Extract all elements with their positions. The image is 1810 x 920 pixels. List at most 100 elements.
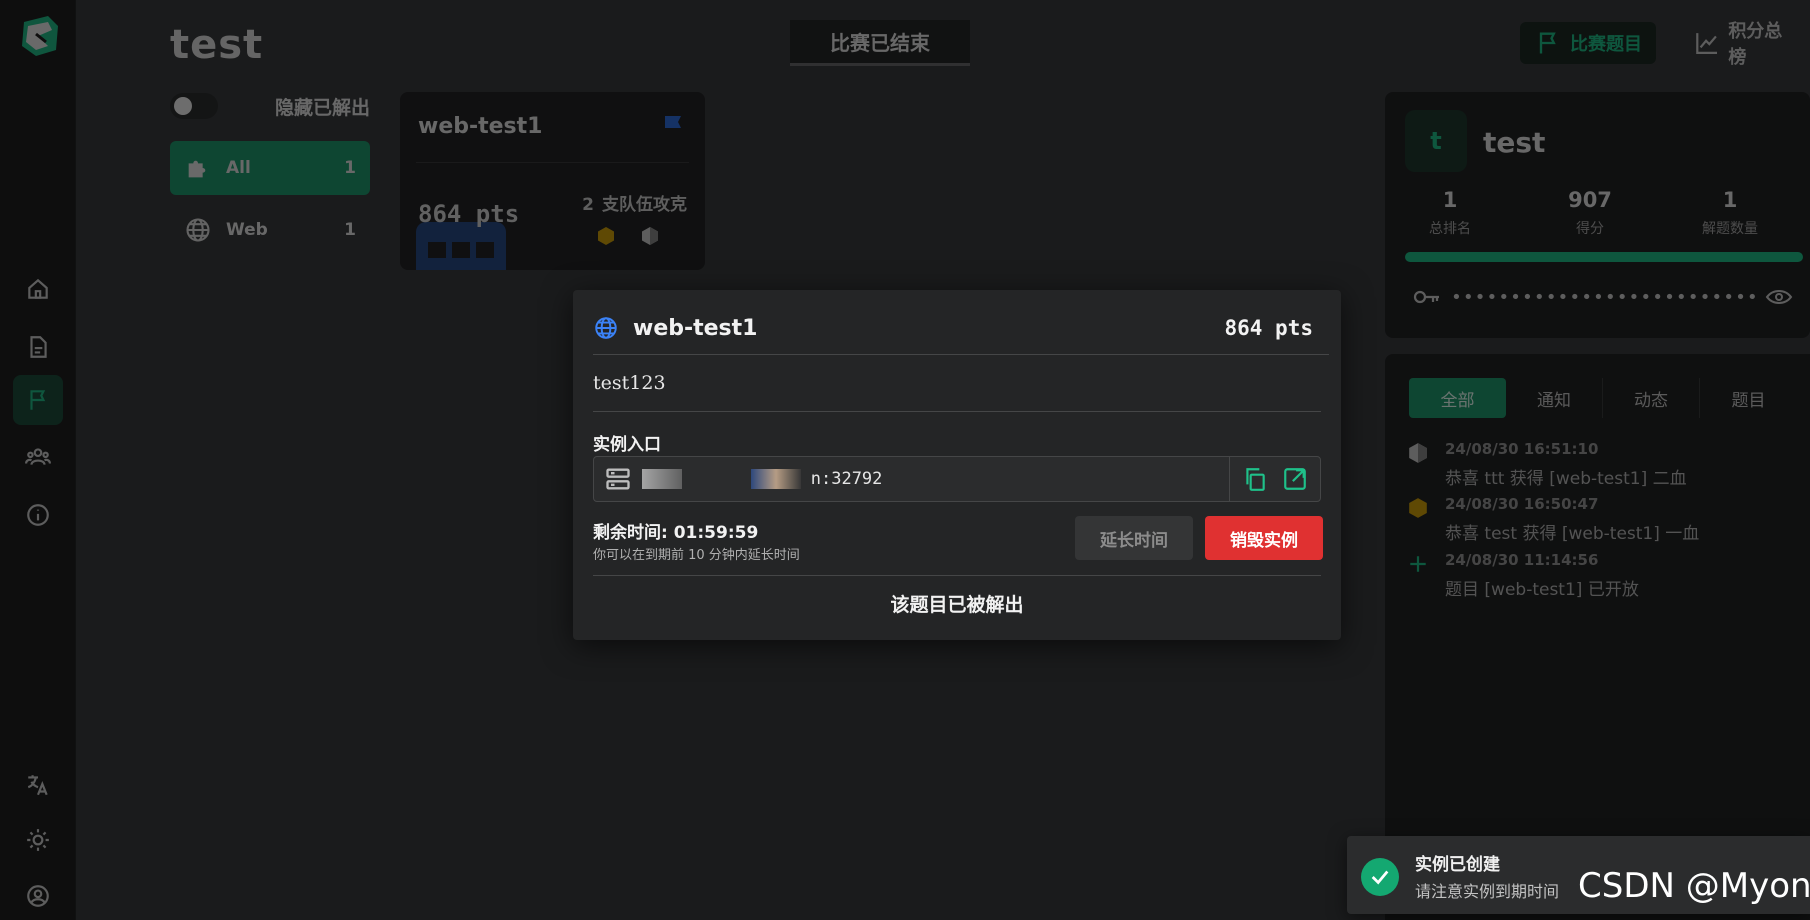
solves-label: 支队伍攻克 bbox=[602, 195, 687, 215]
server-icon bbox=[606, 468, 630, 490]
team-panel: t test 1 总排名 907 得分 1 解题数量 •••••••••••••… bbox=[1385, 92, 1810, 338]
second-blood-icon bbox=[1409, 443, 1427, 463]
first-blood-icon bbox=[1409, 498, 1427, 518]
theme-button[interactable] bbox=[13, 815, 63, 865]
page-title: test bbox=[170, 22, 264, 68]
game-status-tab[interactable]: 比赛已结束 bbox=[790, 20, 970, 66]
tab-challenges[interactable]: 题目 bbox=[1700, 378, 1797, 418]
info-icon bbox=[27, 504, 49, 526]
flag-icon bbox=[30, 390, 46, 410]
solved-flag-icon bbox=[665, 116, 681, 139]
modal-divider bbox=[593, 411, 1321, 412]
eye-icon[interactable] bbox=[1765, 288, 1793, 306]
event-time: 24/08/30 16:51:10 bbox=[1445, 440, 1599, 458]
scoreboard-button[interactable]: 积分总榜 bbox=[1680, 21, 1810, 68]
entry-label: 实例入口 bbox=[593, 435, 661, 455]
about-button[interactable] bbox=[13, 490, 63, 540]
solved-value: 1 bbox=[1722, 188, 1738, 212]
progress-fill bbox=[1405, 252, 1803, 262]
plus-icon bbox=[1410, 556, 1426, 572]
events-tabs: 全部 通知 动态 题目 bbox=[1409, 378, 1797, 418]
team-progress-bar bbox=[1405, 252, 1803, 262]
watermark: CSDN @Myon bbox=[1578, 866, 1810, 906]
home-button[interactable] bbox=[13, 264, 63, 314]
scoreboard-label: 积分总榜 bbox=[1728, 21, 1783, 68]
event-message: 恭喜 ttt 获得 [web-test1] 二血 bbox=[1445, 469, 1687, 489]
category-count: 1 bbox=[344, 220, 356, 240]
entry-actions bbox=[1229, 457, 1320, 501]
category-count: 1 bbox=[344, 158, 356, 178]
home-icon bbox=[28, 278, 48, 299]
games-button[interactable] bbox=[13, 375, 63, 425]
challenge-points: 864 pts bbox=[418, 200, 520, 228]
modal-description: test123 bbox=[593, 372, 666, 394]
success-badge bbox=[1361, 858, 1399, 896]
instance-address: n:32792 bbox=[642, 469, 882, 489]
team-token: •••••••••••••••••••••••••••••••••••••••• bbox=[1451, 286, 1755, 308]
remaining-time: 剩余时间: 01:59:59 bbox=[593, 523, 759, 543]
redacted-gap bbox=[692, 469, 740, 489]
card-divider bbox=[416, 162, 689, 163]
extend-time-button[interactable]: 延长时间 bbox=[1075, 516, 1193, 560]
rank-value: 1 bbox=[1442, 188, 1458, 212]
team-avatar: t bbox=[1405, 110, 1467, 172]
rank-stat: 1 总排名 bbox=[1385, 188, 1515, 238]
destroy-instance-button[interactable]: 销毁实例 bbox=[1205, 516, 1323, 560]
modal-divider bbox=[593, 354, 1329, 355]
copy-icon[interactable] bbox=[1242, 466, 1268, 492]
tab-all[interactable]: 全部 bbox=[1409, 378, 1506, 418]
event-time: 24/08/30 16:50:47 bbox=[1445, 495, 1599, 513]
category-label: Web bbox=[226, 220, 268, 240]
challenge-card[interactable]: web-test1 864 pts 2 支队伍攻克 bbox=[400, 92, 705, 270]
users-icon bbox=[25, 448, 51, 465]
instance-address-suffix: n:32792 bbox=[810, 469, 883, 489]
event-time: 24/08/30 11:14:56 bbox=[1445, 551, 1599, 569]
second-blood-icon bbox=[642, 227, 658, 245]
sun-icon bbox=[27, 829, 49, 851]
hide-solved-row: 隐藏已解出 bbox=[170, 90, 370, 122]
hide-solved-label: 隐藏已解出 bbox=[274, 96, 370, 119]
solves-count: 2 bbox=[582, 195, 594, 215]
challenge-title: web-test1 bbox=[418, 114, 543, 139]
translate-icon bbox=[27, 775, 48, 796]
challenges-button[interactable]: 比赛题目 bbox=[1520, 22, 1656, 64]
tab-activity[interactable]: 动态 bbox=[1603, 378, 1700, 418]
category-label: All bbox=[226, 158, 251, 178]
posts-button[interactable] bbox=[13, 322, 63, 372]
rank-label: 总排名 bbox=[1429, 221, 1471, 237]
instance-entry-field[interactable]: n:32792 bbox=[593, 456, 1321, 502]
language-button[interactable] bbox=[13, 760, 63, 810]
document-icon bbox=[30, 336, 47, 358]
first-blood-icon bbox=[598, 227, 614, 245]
left-rail bbox=[0, 0, 76, 920]
score-value: 907 bbox=[1568, 188, 1612, 212]
flag-icon bbox=[1539, 32, 1556, 54]
extend-hint: 你可以在到期前 10 分钟内延长时间 bbox=[593, 548, 800, 563]
challenges-label: 比赛题目 bbox=[1570, 34, 1642, 55]
teams-button[interactable] bbox=[13, 432, 63, 482]
toast-message: 请注意实例到期时间 bbox=[1415, 882, 1560, 901]
modal-title: web-test1 bbox=[633, 315, 758, 341]
challenge-solves: 2 支队伍攻克 bbox=[582, 190, 687, 215]
category-web[interactable]: Web 1 bbox=[170, 203, 370, 257]
modal-points: 864 pts bbox=[1224, 316, 1313, 340]
event-message: 恭喜 test 获得 [web-test1] 一血 bbox=[1445, 524, 1700, 544]
team-token-row: •••••••••••••••••••••••••••••••••••••••• bbox=[1413, 282, 1793, 312]
key-icon bbox=[1413, 290, 1439, 304]
logo-icon bbox=[22, 16, 58, 56]
tab-notices[interactable]: 通知 bbox=[1506, 378, 1603, 418]
check-icon bbox=[1371, 870, 1389, 885]
modal-header: web-test1 864 pts bbox=[593, 312, 1323, 344]
score-stat: 907 得分 bbox=[1525, 188, 1655, 238]
hide-solved-toggle[interactable] bbox=[170, 93, 218, 119]
score-label: 得分 bbox=[1576, 221, 1604, 237]
open-external-icon[interactable] bbox=[1282, 466, 1308, 492]
globe-icon bbox=[186, 218, 210, 242]
modal-divider bbox=[593, 575, 1321, 576]
puzzle-icon bbox=[188, 160, 206, 178]
user-circle-icon bbox=[27, 885, 49, 907]
event-message: 题目 [web-test1] 已开放 bbox=[1445, 580, 1639, 600]
category-all[interactable]: All 1 bbox=[170, 141, 370, 195]
account-button[interactable] bbox=[13, 871, 63, 920]
chart-line-icon bbox=[1696, 33, 1718, 54]
